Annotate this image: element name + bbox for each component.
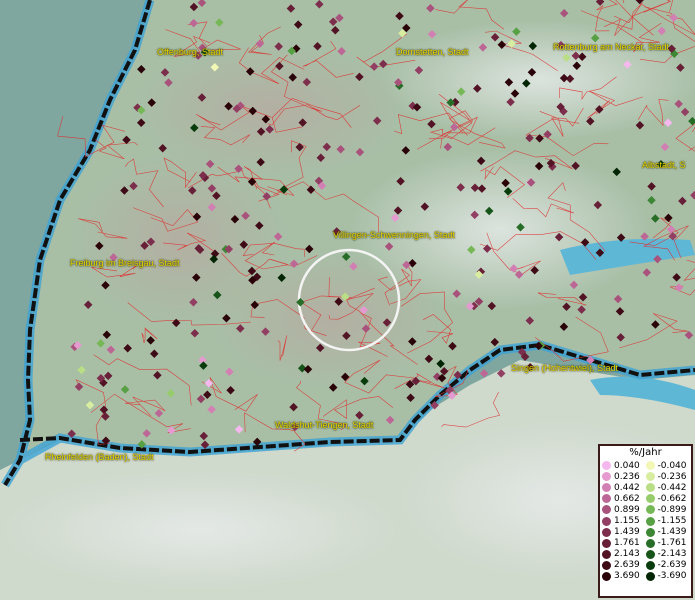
- legend-swatch: [645, 505, 655, 515]
- legend-positive-column: 0.040 0.236 0.442 0.662 0.899 1.155 1.439 1.761…: [602, 460, 646, 582]
- legend-label: 0.662: [614, 493, 640, 504]
- legend-entry: -2.143: [645, 549, 690, 560]
- legend-label: -0.040: [657, 460, 687, 471]
- legend-label: 2.143: [614, 549, 640, 560]
- city-label-villingen: Villingen-Schwenningen, Stadt: [333, 230, 455, 240]
- legend-label: 2.639: [614, 560, 640, 571]
- legend-label: 3.690: [614, 571, 640, 582]
- legend-swatch: [602, 560, 611, 570]
- legend-entry: -0.236: [645, 471, 690, 482]
- legend-title: %/Jahr: [629, 447, 662, 458]
- terrain-basemap: [0, 0, 695, 600]
- legend-label: -1.155: [657, 516, 687, 527]
- legend-swatch: [645, 560, 655, 570]
- legend-swatch: [602, 516, 611, 526]
- legend-entry: 0.236: [602, 471, 646, 482]
- city-label-albstadt: Albstadt, S: [642, 160, 686, 170]
- legend-entry: -3.690: [645, 571, 690, 582]
- legend-entry: 2.639: [602, 560, 646, 571]
- legend-entry: -1.439: [645, 527, 690, 538]
- legend-label: -3.690: [657, 571, 687, 582]
- legend-label: 1.761: [614, 538, 640, 549]
- legend-entry: 0.442: [602, 482, 646, 493]
- legend-swatch: [602, 505, 611, 515]
- city-label-singen: Singen (Hohentwiel), Stadt: [511, 363, 619, 373]
- city-label-offenburg: Offenburg, Stadt: [157, 47, 223, 57]
- city-label-rottenburg: Rottenburg am Neckar, Stadt: [553, 42, 670, 52]
- legend-swatch: [602, 472, 611, 482]
- legend-label: 0.442: [614, 482, 640, 493]
- legend-swatch: [602, 483, 611, 493]
- legend-label: -1.761: [657, 538, 687, 549]
- legend-entry: 3.690: [602, 571, 646, 582]
- legend-label: -1.439: [657, 527, 687, 538]
- city-label-dornstetten: Dornstetten, Stadt: [396, 47, 469, 57]
- legend-swatch: [645, 549, 655, 559]
- legend-swatch: [602, 461, 611, 471]
- legend-swatch: [645, 494, 655, 504]
- legend-label: 0.236: [614, 471, 640, 482]
- legend-entry: -0.662: [645, 493, 690, 504]
- legend-entry: -0.040: [645, 460, 690, 471]
- legend-swatch: [645, 461, 655, 471]
- legend-swatch: [645, 527, 655, 537]
- legend-label: -2.143: [657, 549, 687, 560]
- city-label-waldshut: Waldshut-Tiengen, Stadt: [275, 420, 374, 430]
- city-label-freiburg: Freiburg im Breisgau, Stadt: [70, 258, 180, 268]
- legend-label: -0.662: [657, 493, 687, 504]
- legend-entry: 0.662: [602, 493, 646, 504]
- legend-entry: 2.143: [602, 549, 646, 560]
- legend-entry: 1.155: [602, 515, 646, 526]
- legend-swatch: [645, 538, 655, 548]
- legend-label: -0.236: [657, 471, 687, 482]
- legend-swatch: [602, 549, 611, 559]
- legend-label: 0.040: [614, 460, 640, 471]
- legend-swatch: [602, 538, 611, 548]
- legend-swatch: [602, 527, 611, 537]
- legend-label: -0.899: [657, 504, 687, 515]
- legend-entry: 1.761: [602, 538, 646, 549]
- map-legend: %/Jahr 0.040 0.236 0.442 0.662 0.899 1.155 1.4…: [598, 444, 693, 598]
- legend-entry: -0.899: [645, 504, 690, 515]
- city-label-rheinfelden: Rheinfelden (Baden), Stadt: [45, 452, 154, 462]
- legend-label: 1.155: [614, 516, 640, 527]
- legend-entry: -0.442: [645, 482, 690, 493]
- legend-swatch: [645, 571, 655, 581]
- legend-entry: 0.040: [602, 460, 646, 471]
- legend-entry: 1.439: [602, 527, 646, 538]
- legend-label: -0.442: [657, 482, 687, 493]
- legend-entry: -2.639: [645, 560, 690, 571]
- legend-label: 1.439: [614, 527, 640, 538]
- legend-entry: -1.761: [645, 538, 690, 549]
- legend-negative-column: -0.040 -0.236 -0.442 -0.662 -0.899 -1.155 -1.4…: [645, 460, 690, 582]
- legend-swatch: [602, 494, 611, 504]
- legend-swatch: [645, 483, 655, 493]
- map-view[interactable]: Offenburg, Stadt Dornstetten, Stadt Rott…: [0, 0, 695, 600]
- legend-swatch: [645, 516, 655, 526]
- legend-swatch: [602, 571, 611, 581]
- legend-label: -2.639: [657, 560, 687, 571]
- legend-swatch: [645, 472, 655, 482]
- legend-entry: -1.155: [645, 515, 690, 527]
- legend-entry: 0.899: [602, 504, 646, 515]
- legend-label: 0.899: [614, 504, 640, 515]
